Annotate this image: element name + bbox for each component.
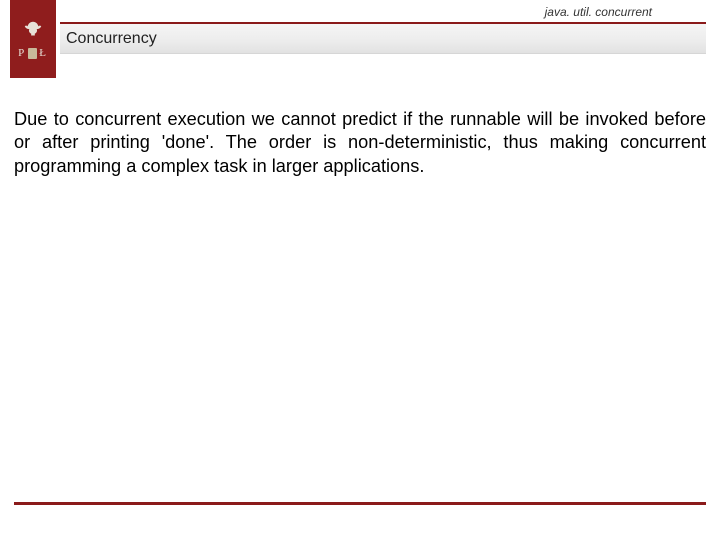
footer-rule [14, 502, 706, 505]
logo-letter-right: Ł [39, 47, 48, 59]
logo-letters: P Ł [18, 47, 48, 59]
slide-header: java. util. concurrent P Ł Concurrency [0, 0, 720, 80]
title-bar: Concurrency [60, 24, 706, 54]
body-paragraph: Due to concurrent execution we cannot pr… [14, 108, 706, 178]
logo-letter-left: P [18, 47, 26, 59]
crest-icon [28, 48, 37, 59]
institution-logo: P Ł [10, 0, 56, 78]
package-name: java. util. concurrent [545, 5, 652, 19]
slide-body: Due to concurrent execution we cannot pr… [14, 108, 706, 178]
slide-title: Concurrency [66, 30, 157, 48]
eagle-icon [22, 19, 44, 41]
